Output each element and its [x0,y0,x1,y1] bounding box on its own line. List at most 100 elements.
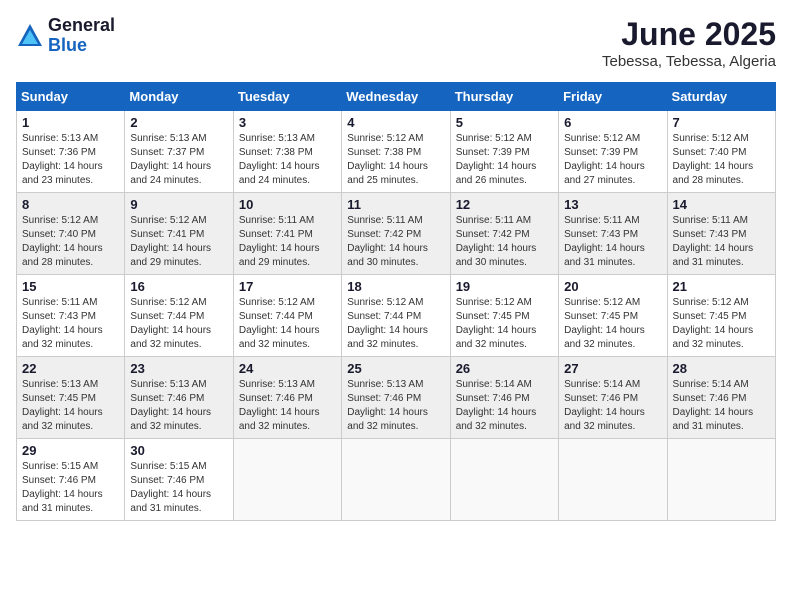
calendar-cell [559,439,667,521]
calendar-cell: 4 Sunrise: 5:12 AMSunset: 7:38 PMDaylight… [342,111,450,193]
day-number: 10 [239,197,336,212]
calendar-cell: 10 Sunrise: 5:11 AMSunset: 7:41 PMDayligh… [233,193,341,275]
day-number: 28 [673,361,770,376]
calendar-cell: 24 Sunrise: 5:13 AMSunset: 7:46 PMDayligh… [233,357,341,439]
calendar-cell: 6 Sunrise: 5:12 AMSunset: 7:39 PMDaylight… [559,111,667,193]
day-number: 5 [456,115,553,130]
day-number: 29 [22,443,119,458]
day-info: Sunrise: 5:11 AMSunset: 7:41 PMDaylight:… [239,214,336,270]
day-number: 17 [239,279,336,294]
calendar-cell: 29 Sunrise: 5:15 AMSunset: 7:46 PMDayligh… [17,439,125,521]
day-number: 20 [564,279,661,294]
week-row-3: 15 Sunrise: 5:11 AMSunset: 7:43 PMDayligh… [17,275,776,357]
calendar-cell: 13Sunrise: 5:11 AMSunset: 7:43 PMDayligh… [559,193,667,275]
day-info: Sunrise: 5:13 AMSunset: 7:46 PMDaylight:… [239,378,336,434]
day-number: 16 [130,279,227,294]
day-number: 27 [564,361,661,376]
calendar-cell [233,439,341,521]
day-number: 15 [22,279,119,294]
logo-icon [16,22,44,50]
header-friday: Friday [559,83,667,111]
calendar-cell: 7Sunrise: 5:12 AMSunset: 7:40 PMDaylight… [667,111,775,193]
header-sunday: Sunday [17,83,125,111]
day-info: Sunrise: 5:11 AMSunset: 7:42 PMDaylight:… [347,214,444,270]
day-number: 1 [22,115,119,130]
header-monday: Monday [125,83,233,111]
calendar-cell: 14Sunrise: 5:11 AMSunset: 7:43 PMDayligh… [667,193,775,275]
day-number: 12 [456,197,553,212]
day-number: 6 [564,115,661,130]
week-row-1: 1 Sunrise: 5:13 AMSunset: 7:36 PMDaylight… [17,111,776,193]
calendar-cell: 25Sunrise: 5:13 AMSunset: 7:46 PMDayligh… [342,357,450,439]
calendar-cell: 23 Sunrise: 5:13 AMSunset: 7:46 PMDayligh… [125,357,233,439]
calendar-cell: 26 Sunrise: 5:14 AMSunset: 7:46 PMDayligh… [450,357,558,439]
day-info: Sunrise: 5:12 AMSunset: 7:45 PMDaylight:… [673,296,770,352]
header-wednesday: Wednesday [342,83,450,111]
calendar-cell: 9 Sunrise: 5:12 AMSunset: 7:41 PMDaylight… [125,193,233,275]
day-info: Sunrise: 5:12 AMSunset: 7:38 PMDaylight:… [347,132,444,188]
day-info: Sunrise: 5:12 AMSunset: 7:39 PMDaylight:… [564,132,661,188]
day-info: Sunrise: 5:14 AMSunset: 7:46 PMDaylight:… [673,378,770,434]
calendar-cell: 8 Sunrise: 5:12 AMSunset: 7:40 PMDaylight… [17,193,125,275]
day-info: Sunrise: 5:11 AMSunset: 7:43 PMDaylight:… [564,214,661,270]
day-number: 8 [22,197,119,212]
header-row: SundayMondayTuesdayWednesdayThursdayFrid… [17,83,776,111]
day-number: 3 [239,115,336,130]
day-number: 23 [130,361,227,376]
logo-text: General Blue [48,16,115,56]
calendar-cell: 12Sunrise: 5:11 AMSunset: 7:42 PMDayligh… [450,193,558,275]
page-header: General Blue June 2025 Tebessa, Tebessa,… [16,16,776,70]
day-info: Sunrise: 5:15 AMSunset: 7:46 PMDaylight:… [130,460,227,516]
day-info: Sunrise: 5:12 AMSunset: 7:44 PMDaylight:… [347,296,444,352]
day-number: 30 [130,443,227,458]
day-info: Sunrise: 5:12 AMSunset: 7:40 PMDaylight:… [22,214,119,270]
day-info: Sunrise: 5:12 AMSunset: 7:44 PMDaylight:… [239,296,336,352]
day-number: 11 [347,197,444,212]
day-info: Sunrise: 5:13 AMSunset: 7:37 PMDaylight:… [130,132,227,188]
title-section: June 2025 Tebessa, Tebessa, Algeria [602,16,776,70]
week-row-4: 22 Sunrise: 5:13 AMSunset: 7:45 PMDayligh… [17,357,776,439]
day-info: Sunrise: 5:15 AMSunset: 7:46 PMDaylight:… [22,460,119,516]
calendar-cell: 30 Sunrise: 5:15 AMSunset: 7:46 PMDayligh… [125,439,233,521]
day-info: Sunrise: 5:14 AMSunset: 7:46 PMDaylight:… [564,378,661,434]
calendar-cell: 15 Sunrise: 5:11 AMSunset: 7:43 PMDayligh… [17,275,125,357]
day-info: Sunrise: 5:13 AMSunset: 7:46 PMDaylight:… [130,378,227,434]
day-info: Sunrise: 5:13 AMSunset: 7:45 PMDaylight:… [22,378,119,434]
day-info: Sunrise: 5:12 AMSunset: 7:45 PMDaylight:… [564,296,661,352]
week-row-2: 8 Sunrise: 5:12 AMSunset: 7:40 PMDaylight… [17,193,776,275]
day-info: Sunrise: 5:13 AMSunset: 7:36 PMDaylight:… [22,132,119,188]
calendar-cell [667,439,775,521]
calendar-cell: 18 Sunrise: 5:12 AMSunset: 7:44 PMDayligh… [342,275,450,357]
day-info: Sunrise: 5:14 AMSunset: 7:46 PMDaylight:… [456,378,553,434]
calendar-cell: 17 Sunrise: 5:12 AMSunset: 7:44 PMDayligh… [233,275,341,357]
calendar-cell [342,439,450,521]
day-info: Sunrise: 5:13 AMSunset: 7:46 PMDaylight:… [347,378,444,434]
day-info: Sunrise: 5:12 AMSunset: 7:39 PMDaylight:… [456,132,553,188]
day-number: 9 [130,197,227,212]
day-info: Sunrise: 5:13 AMSunset: 7:38 PMDaylight:… [239,132,336,188]
header-saturday: Saturday [667,83,775,111]
calendar-cell: 11 Sunrise: 5:11 AMSunset: 7:42 PMDayligh… [342,193,450,275]
calendar-cell: 27 Sunrise: 5:14 AMSunset: 7:46 PMDayligh… [559,357,667,439]
calendar-cell: 28 Sunrise: 5:14 AMSunset: 7:46 PMDayligh… [667,357,775,439]
day-info: Sunrise: 5:12 AMSunset: 7:40 PMDaylight:… [673,132,770,188]
calendar-cell: 2 Sunrise: 5:13 AMSunset: 7:37 PMDaylight… [125,111,233,193]
day-number: 24 [239,361,336,376]
month-title: June 2025 [602,16,776,53]
day-number: 21 [673,279,770,294]
day-number: 2 [130,115,227,130]
logo-blue: Blue [48,36,115,56]
day-info: Sunrise: 5:11 AMSunset: 7:43 PMDaylight:… [22,296,119,352]
day-number: 26 [456,361,553,376]
location: Tebessa, Tebessa, Algeria [602,53,776,70]
day-number: 19 [456,279,553,294]
day-number: 22 [22,361,119,376]
calendar-cell: 20 Sunrise: 5:12 AMSunset: 7:45 PMDayligh… [559,275,667,357]
calendar-cell: 22 Sunrise: 5:13 AMSunset: 7:45 PMDayligh… [17,357,125,439]
day-number: 4 [347,115,444,130]
header-tuesday: Tuesday [233,83,341,111]
calendar-cell [450,439,558,521]
day-number: 18 [347,279,444,294]
calendar-cell: 1 Sunrise: 5:13 AMSunset: 7:36 PMDaylight… [17,111,125,193]
day-info: Sunrise: 5:12 AMSunset: 7:41 PMDaylight:… [130,214,227,270]
